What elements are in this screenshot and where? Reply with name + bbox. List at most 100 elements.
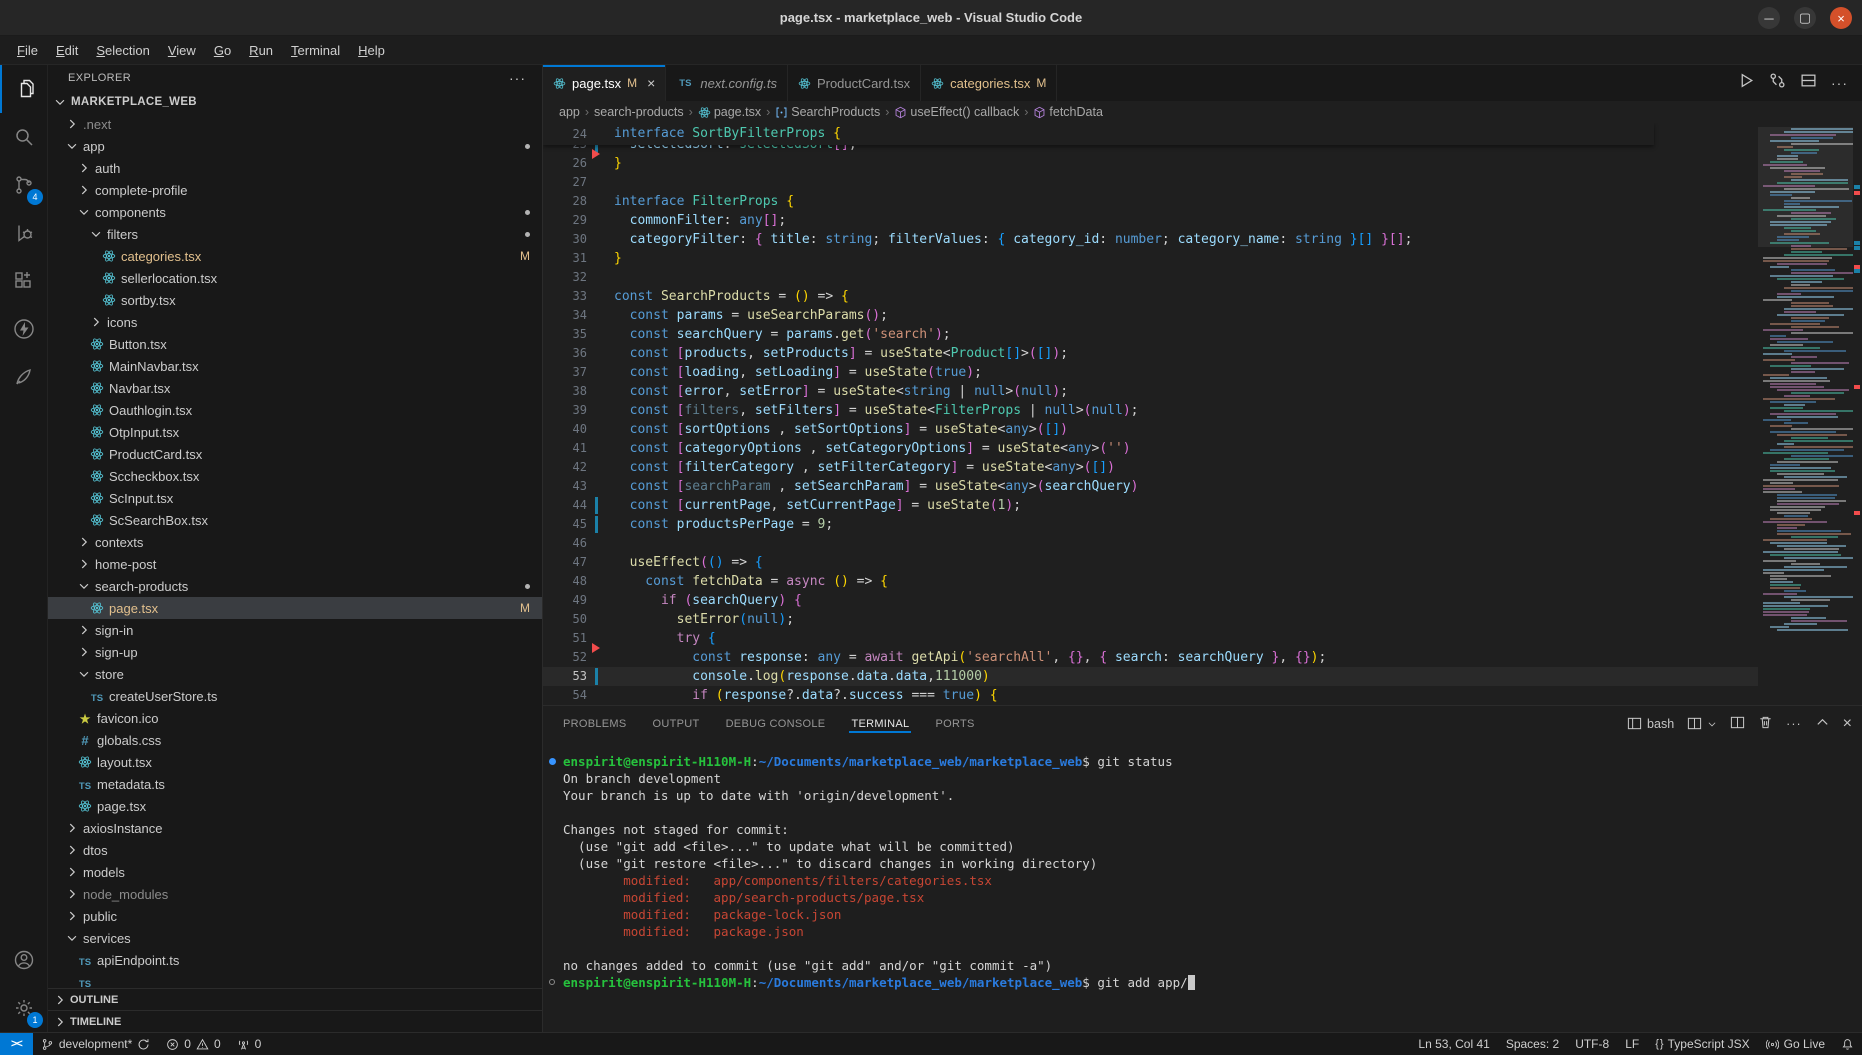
tree-item-clipped[interactable]: TS [48, 971, 542, 988]
tab-categories.tsx[interactable]: categories.tsxM [921, 65, 1057, 101]
launch-profile-button[interactable] [1687, 716, 1717, 731]
notifications[interactable] [1833, 1033, 1862, 1055]
radio-status[interactable]: 0 [229, 1033, 270, 1055]
split-editor-button[interactable] [1800, 72, 1817, 94]
go-live[interactable]: Go Live [1758, 1033, 1833, 1055]
encoding[interactable]: UTF-8 [1567, 1033, 1617, 1055]
tree-item-sortby.tsx[interactable]: sortby.tsx [48, 289, 542, 311]
tree-item-contexts[interactable]: contexts [48, 531, 542, 553]
tree-item-sccheckbox.tsx[interactable]: Sccheckbox.tsx [48, 465, 542, 487]
tree-item-scsearchbox.tsx[interactable]: ScSearchBox.tsx [48, 509, 542, 531]
breadcrumb-item-page.tsx[interactable]: page.tsx [698, 105, 761, 119]
cursor-position[interactable]: Ln 53, Col 41 [1410, 1033, 1497, 1055]
maximize-button[interactable]: ▢ [1794, 7, 1816, 29]
thunder-client-icon[interactable] [0, 305, 47, 353]
tree-item-complete-profile[interactable]: complete-profile [48, 179, 542, 201]
tree-item-oauthlogin.tsx[interactable]: Oauthlogin.tsx [48, 399, 542, 421]
menu-go[interactable]: Go [205, 40, 240, 61]
branch-status[interactable]: development* [33, 1033, 158, 1055]
quill-extension-icon[interactable] [0, 353, 47, 401]
menu-terminal[interactable]: Terminal [282, 40, 349, 61]
breadcrumb-item-useeffect-callback[interactable]: useEffect() callback [894, 105, 1019, 119]
language-mode[interactable]: { }TypeScript JSX [1647, 1033, 1757, 1055]
accounts-icon[interactable] [0, 936, 47, 984]
run-button[interactable] [1738, 72, 1755, 94]
eol[interactable]: LF [1617, 1033, 1647, 1055]
terminal-tab-bash[interactable]: bash [1627, 716, 1674, 731]
tree-item-apiendpoint.ts[interactable]: TSapiEndpoint.ts [48, 949, 542, 971]
panel-tab-terminal[interactable]: TERMINAL [849, 709, 911, 739]
tree-item-store[interactable]: store [48, 663, 542, 685]
tree-item-.next[interactable]: .next [48, 113, 542, 135]
tree-item-scinput.tsx[interactable]: ScInput.tsx [48, 487, 542, 509]
explorer-more-actions[interactable]: ··· [509, 70, 526, 86]
menu-view[interactable]: View [159, 40, 205, 61]
menu-run[interactable]: Run [240, 40, 282, 61]
sidebar-section-outline[interactable]: OUTLINE [48, 988, 542, 1010]
search-icon[interactable] [0, 113, 47, 161]
tab-page.tsx[interactable]: page.tsxM× [543, 65, 666, 101]
tree-item-auth[interactable]: auth [48, 157, 542, 179]
panel-tab-problems[interactable]: PROBLEMS [561, 709, 629, 739]
explorer-icon[interactable] [0, 65, 47, 113]
run-debug-icon[interactable] [0, 209, 47, 257]
tree-item-public[interactable]: public [48, 905, 542, 927]
menu-file[interactable]: File [8, 40, 47, 61]
tree-item-sellerlocation.tsx[interactable]: sellerlocation.tsx [48, 267, 542, 289]
minimize-button[interactable]: ─ [1758, 7, 1780, 29]
tab-next.config.ts[interactable]: TSnext.config.ts [666, 65, 788, 101]
panel-more-actions[interactable]: ··· [1786, 717, 1802, 731]
tree-item-models[interactable]: models [48, 861, 542, 883]
tree-item-services[interactable]: services [48, 927, 542, 949]
breadcrumb-item-search-products[interactable]: search-products [594, 105, 684, 119]
tree-item-otpinput.tsx[interactable]: OtpInput.tsx [48, 421, 542, 443]
command-decoration-icon[interactable] [549, 758, 556, 765]
remote-indicator[interactable]: >< [0, 1033, 33, 1055]
tree-item-globals.css[interactable]: #globals.css [48, 729, 542, 751]
panel-tab-ports[interactable]: PORTS [933, 709, 976, 739]
tree-item-sign-in[interactable]: sign-in [48, 619, 542, 641]
tree-item-node-modules[interactable]: node_modules [48, 883, 542, 905]
tree-item-metadata.ts[interactable]: TSmetadata.ts [48, 773, 542, 795]
tree-item-components[interactable]: components [48, 201, 542, 223]
tree-item-app[interactable]: app [48, 135, 542, 157]
editor-more-actions[interactable]: ··· [1831, 75, 1848, 91]
menu-selection[interactable]: Selection [87, 40, 158, 61]
tree-item-page.tsx[interactable]: page.tsxM [48, 597, 542, 619]
close-button[interactable]: × [1830, 7, 1852, 29]
tree-item-dtos[interactable]: dtos [48, 839, 542, 861]
tree-item-categories.tsx[interactable]: categories.tsxM [48, 245, 542, 267]
menu-help[interactable]: Help [349, 40, 394, 61]
menu-edit[interactable]: Edit [47, 40, 87, 61]
terminal[interactable]: enspirit@enspirit-H110M-H:~/Documents/ma… [543, 741, 1862, 1032]
tree-item-productcard.tsx[interactable]: ProductCard.tsx [48, 443, 542, 465]
panel-tab-output[interactable]: OUTPUT [651, 709, 702, 739]
command-decoration-icon[interactable] [549, 979, 555, 985]
tree-item-navbar.tsx[interactable]: Navbar.tsx [48, 377, 542, 399]
manage-gear-icon[interactable]: 1 [0, 984, 47, 1032]
tree-item-button.tsx[interactable]: Button.tsx [48, 333, 542, 355]
tree-item-home-post[interactable]: home-post [48, 553, 542, 575]
tree-item-sign-up[interactable]: sign-up [48, 641, 542, 663]
tree-item-mainnavbar.tsx[interactable]: MainNavbar.tsx [48, 355, 542, 377]
tree-item-layout.tsx[interactable]: layout.tsx [48, 751, 542, 773]
extensions-icon[interactable] [0, 257, 47, 305]
open-changes-icon[interactable] [1769, 72, 1786, 94]
breadcrumb-item-fetchdata[interactable]: fetchData [1033, 105, 1103, 119]
tab-productcard.tsx[interactable]: ProductCard.tsx [788, 65, 921, 101]
kill-terminal-button[interactable] [1758, 715, 1773, 733]
code-editor[interactable]: 25 selectedSort: selectedSort[];26}2728i… [543, 123, 1862, 705]
tree-item-createuserstore.ts[interactable]: TScreateUserStore.ts [48, 685, 542, 707]
tree-item-marketplace-web[interactable]: MARKETPLACE_WEB [48, 91, 542, 113]
close-panel-button[interactable]: × [1843, 715, 1852, 733]
panel-tab-debug-console[interactable]: DEBUG CONSOLE [724, 709, 828, 739]
problems-status[interactable]: 00 [158, 1033, 228, 1055]
sidebar-section-timeline[interactable]: TIMELINE [48, 1010, 542, 1032]
tree-item-icons[interactable]: icons [48, 311, 542, 333]
source-control-icon[interactable]: 4 [0, 161, 47, 209]
minimap[interactable] [1758, 123, 1853, 705]
tree-item-page.tsx[interactable]: page.tsx [48, 795, 542, 817]
tree-item-filters[interactable]: filters [48, 223, 542, 245]
indentation[interactable]: Spaces: 2 [1498, 1033, 1567, 1055]
maximize-panel-button[interactable] [1815, 715, 1830, 733]
